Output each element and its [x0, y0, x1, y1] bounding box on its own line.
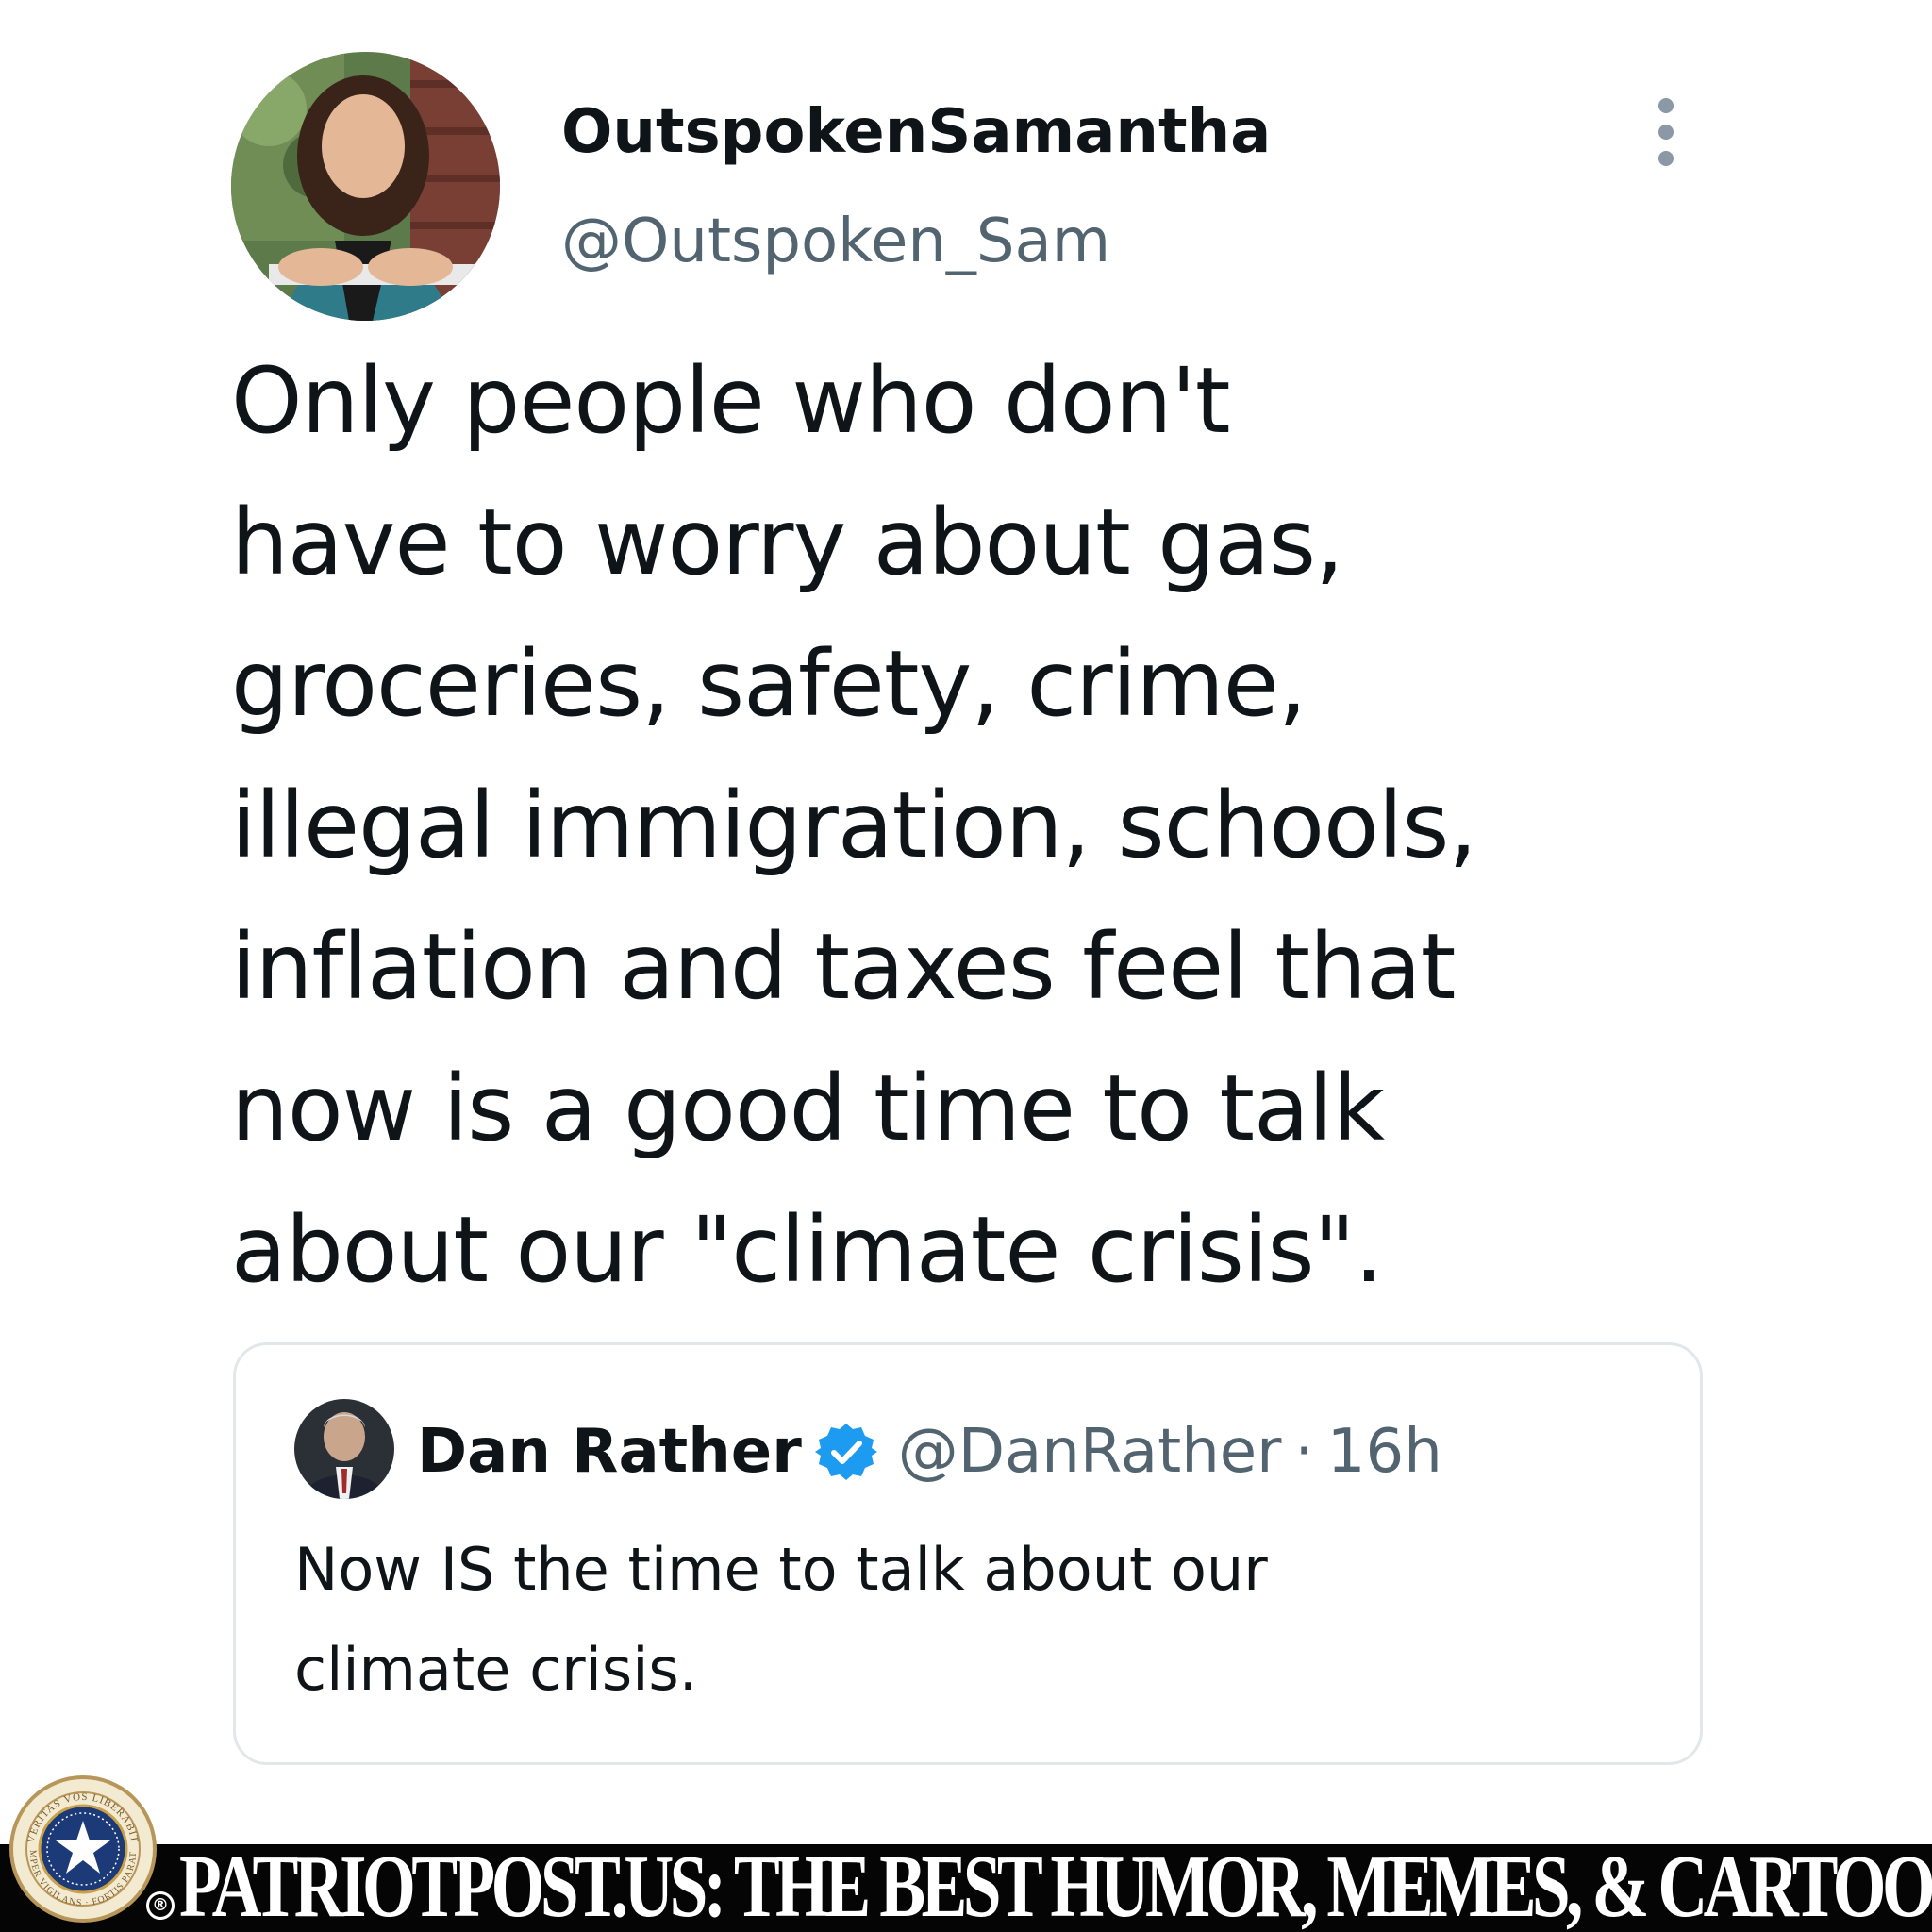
tweet-text-line: illegal immigration, schools, — [231, 773, 1477, 878]
footer-banner-text[interactable]: PATRIOTPOST.US: THE BEST HUMOR, MEMES, &… — [179, 1841, 1932, 1932]
quoted-author-name[interactable]: Dan Rather — [417, 1417, 802, 1487]
tweet-text: Only people who don't have to worry abou… — [231, 330, 1703, 1321]
more-dot — [1658, 98, 1674, 113]
tweet-text-line: groceries, safety, crime, — [231, 631, 1307, 737]
quoted-tweet-card[interactable]: Dan Rather @DanRather · 16h Now IS the t… — [233, 1342, 1703, 1765]
tweet-text-line: have to worry about gas, — [231, 490, 1344, 595]
meme-page: OutspokenSamantha @Outspoken_Sam Only pe… — [0, 0, 1932, 1932]
tweet-text-line: about our "climate crisis". — [231, 1197, 1383, 1303]
more-dot — [1658, 125, 1674, 140]
quoted-tweet-text: Now IS the time to talk about our climat… — [294, 1520, 1634, 1720]
quoted-tweet-timestamp[interactable]: 16h — [1327, 1417, 1442, 1487]
quoted-author-photo-icon — [294, 1399, 394, 1499]
author-photo-icon — [231, 52, 500, 321]
tweet-text-line: inflation and taxes feel that — [231, 914, 1456, 1020]
registered-trademark-icon: ® — [146, 1891, 175, 1920]
quoted-tweet-text-line: Now IS the time to talk about our — [294, 1535, 1268, 1604]
more-dot — [1658, 151, 1674, 166]
patriot-post-seal-logo: VERITAS VOS LIBERABIT SEMPER VIGILANS · … — [4, 1766, 158, 1924]
author-display-name[interactable]: OutspokenSamantha — [561, 94, 1271, 170]
quoted-author-avatar[interactable] — [294, 1399, 394, 1499]
quoted-tweet-text-line: climate crisis. — [294, 1635, 698, 1704]
author-handle[interactable]: @Outspoken_Sam — [561, 204, 1110, 279]
tweet-text-line: now is a good time to talk — [231, 1056, 1385, 1161]
verified-badge-icon — [814, 1421, 877, 1483]
quoted-tweet-header: Dan Rather @DanRather · 16h — [417, 1409, 1442, 1494]
separator-dot: · — [1294, 1417, 1314, 1487]
tweet-text-line: Only people who don't — [231, 348, 1230, 454]
more-vertical-icon[interactable] — [1641, 94, 1690, 170]
quoted-author-handle[interactable]: @DanRather — [898, 1417, 1282, 1487]
author-avatar[interactable] — [231, 52, 500, 321]
